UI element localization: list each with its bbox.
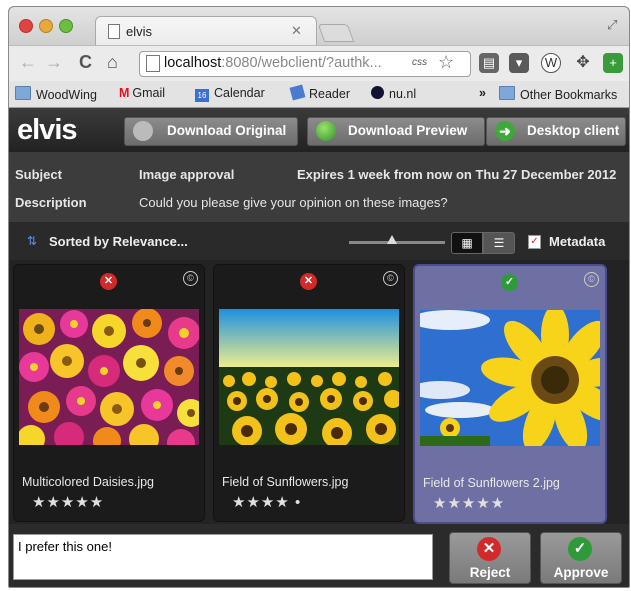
address-bar[interactable]: localhost:8080/webclient/?authk... css ☆	[139, 51, 471, 77]
reload-icon[interactable]: C	[79, 52, 92, 73]
folder-icon	[15, 86, 31, 100]
reader-icon	[289, 84, 306, 101]
rating-stars[interactable]: ★★★★ •	[232, 493, 301, 511]
puzzle-icon[interactable]: ✥	[573, 53, 593, 73]
download-original-button[interactable]: Download Original	[124, 117, 298, 146]
reject-button[interactable]: ✕ Reject	[449, 532, 531, 584]
sort-dropdown[interactable]: Sorted by Relevance...	[49, 234, 188, 249]
description-value: Could you please give your opinion on th…	[139, 195, 448, 210]
app-header: elvis Download Original Download Preview…	[9, 108, 629, 152]
thumbnail-size-slider[interactable]	[349, 235, 445, 244]
image-filename: Field of Sunflowers 2.jpg	[423, 476, 560, 490]
list-view-button[interactable]: ☰	[483, 232, 515, 254]
gmail-icon: M	[119, 86, 130, 100]
globe-icon	[316, 121, 336, 141]
image-thumbnail[interactable]	[19, 309, 199, 445]
approve-icon: ✓	[568, 537, 592, 561]
bookmark-star-icon[interactable]: ☆	[438, 52, 454, 73]
bookmark-calendar[interactable]: 16 Calendar	[195, 86, 265, 102]
sort-bar: ⇅ Sorted by Relevance... ▦ ☰ ✓ Metadata	[9, 222, 629, 260]
description-label: Description	[15, 195, 87, 210]
title-bar: elvis ✕ ⤢	[9, 7, 629, 46]
folder-icon	[499, 86, 515, 100]
copyright-icon: ©	[183, 271, 198, 286]
desktop-client-button[interactable]: ➜ Desktop client	[486, 117, 626, 146]
subject-label: Subject	[15, 167, 62, 182]
browser-window: elvis ✕ ⤢ ← → C ⌂ localhost:8080/webclie…	[8, 6, 630, 588]
rating-stars[interactable]: ★★★★★	[32, 493, 104, 511]
expiry-text: Expires 1 week from now on Thu 27 Decemb…	[297, 167, 617, 182]
rejected-icon: ✕	[100, 273, 117, 290]
sort-icon: ⇅	[27, 234, 38, 248]
back-icon[interactable]: ←	[19, 52, 37, 73]
fullscreen-icon[interactable]: ⤢	[607, 17, 617, 33]
arrow-right-icon: ➜	[495, 121, 515, 141]
nu-icon	[371, 86, 384, 99]
new-tab-button[interactable]	[317, 24, 355, 42]
image-thumbnail[interactable]	[420, 310, 600, 446]
bookmarks-overflow[interactable]: »	[479, 86, 486, 100]
bookmark-woodwing[interactable]: WoodWing	[15, 86, 97, 102]
zoom-window-button[interactable]	[59, 19, 73, 33]
other-bookmarks[interactable]: Other Bookmarks	[499, 86, 617, 102]
bookmark-gmail[interactable]: M Gmail	[119, 86, 165, 100]
grid-view-button[interactable]: ▦	[451, 232, 483, 254]
copyright-icon: ©	[584, 272, 599, 287]
comment-field[interactable]: I prefer this one!	[13, 534, 433, 580]
wordpress-icon[interactable]: W	[541, 53, 561, 73]
close-tab-icon[interactable]: ✕	[291, 23, 302, 39]
download-icon	[133, 121, 153, 141]
approved-icon: ✓	[501, 274, 518, 291]
elvis-logo: elvis	[17, 114, 77, 146]
bookmark-reader[interactable]: Reader	[289, 84, 350, 101]
feedback-bar: I prefer this one! ✕ Reject ✓ Approve	[9, 524, 629, 587]
pocket-icon[interactable]: ▾	[509, 53, 529, 73]
extension-icon[interactable]: ▤	[479, 53, 499, 73]
image-thumbnail[interactable]	[219, 309, 399, 445]
image-grid: ✕ © Multicolored Daisies.jpg ★★★★★ ✕ © F…	[9, 260, 629, 524]
rejected-icon: ✕	[300, 273, 317, 290]
home-icon[interactable]: ⌂	[107, 52, 118, 73]
image-card-selected[interactable]: ✓ © Field of Sunflowers 2.jpg ★★★★★	[413, 264, 607, 524]
calendar-icon: 16	[195, 89, 209, 102]
image-card[interactable]: ✕ © Multicolored Daisies.jpg ★★★★★	[13, 264, 205, 522]
download-preview-button[interactable]: Download Preview	[307, 117, 485, 146]
evernote-icon[interactable]: +	[603, 53, 623, 73]
approve-button[interactable]: ✓ Approve	[540, 532, 622, 584]
request-info-panel: Subject Image approval Expires 1 week fr…	[9, 152, 629, 222]
image-filename: Field of Sunflowers.jpg	[222, 475, 349, 489]
tab-title: elvis	[126, 24, 153, 39]
rating-stars[interactable]: ★★★★★	[433, 494, 505, 512]
browser-toolbar: ← → C ⌂ localhost:8080/webclient/?authk.…	[9, 45, 629, 82]
page-icon	[108, 24, 120, 39]
metadata-label: Metadata	[549, 234, 606, 249]
image-card[interactable]: ✕ © Field of Sunflowers.jpg ★★★★ •	[213, 264, 405, 522]
metadata-checkbox[interactable]: ✓	[528, 235, 541, 249]
browser-tab[interactable]: elvis ✕	[95, 16, 317, 46]
bookmark-nu[interactable]: nu.nl	[371, 86, 416, 101]
css-badge: css	[412, 57, 427, 68]
image-filename: Multicolored Daisies.jpg	[22, 475, 155, 489]
slider-handle[interactable]	[387, 235, 397, 244]
forward-icon[interactable]: →	[45, 52, 63, 73]
url-text: localhost:8080/webclient/?authk...	[164, 55, 382, 71]
reject-icon: ✕	[477, 537, 501, 561]
copyright-icon: ©	[383, 271, 398, 286]
close-window-button[interactable]	[19, 19, 33, 33]
page-icon	[146, 55, 160, 72]
bookmarks-bar: WoodWing M Gmail 16 Calendar Reader nu.nl …	[9, 81, 629, 108]
subject-value: Image approval	[139, 167, 235, 182]
minimize-window-button[interactable]	[39, 19, 53, 33]
